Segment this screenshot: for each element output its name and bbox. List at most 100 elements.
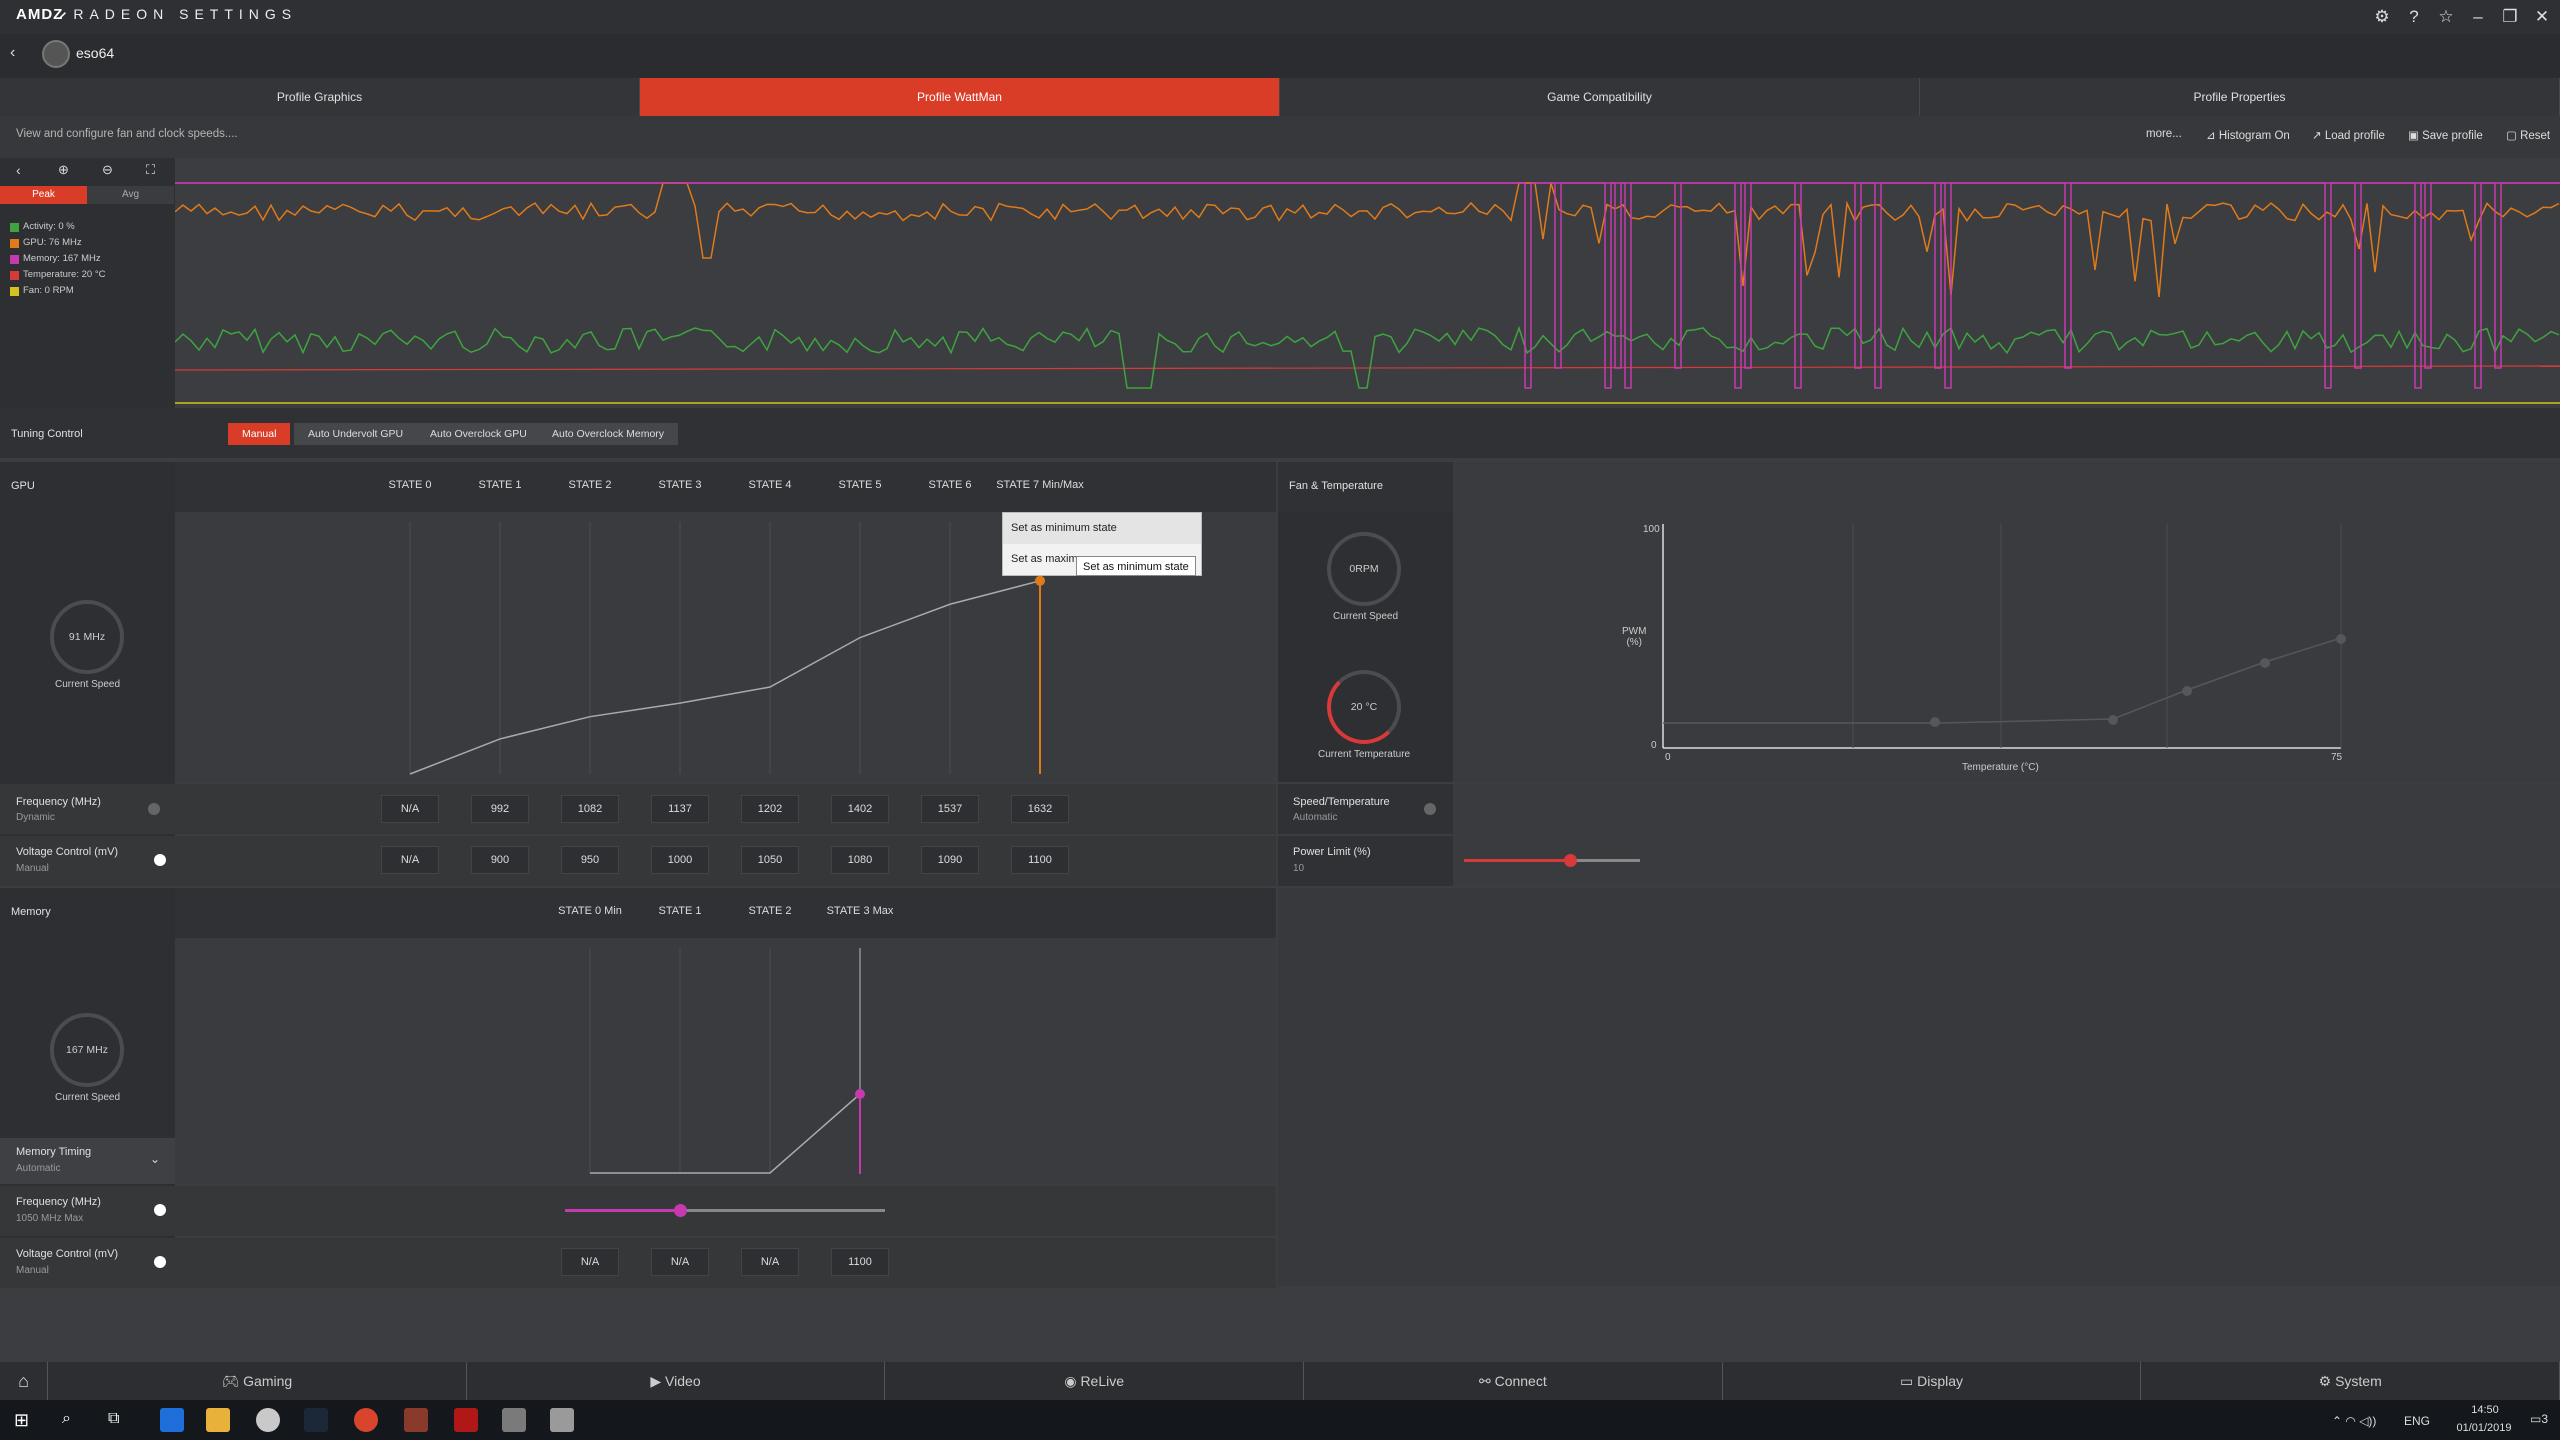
- gpu-frequency-input[interactable]: 1632: [1011, 795, 1069, 823]
- legend-checkbox[interactable]: [10, 254, 19, 264]
- gpu-voltage-input[interactable]: 1090: [921, 846, 979, 874]
- gpu-frequency-input[interactable]: 1202: [741, 795, 799, 823]
- menu-set-minimum-state[interactable]: Set as minimum state: [1003, 513, 1201, 544]
- memory-voltage-input[interactable]: N/A: [561, 1248, 619, 1276]
- gpu-state-header[interactable]: STATE 3: [640, 479, 720, 491]
- back-icon[interactable]: ‹: [10, 44, 15, 62]
- chrome-icon-2[interactable]: [354, 1408, 378, 1432]
- legend-checkbox[interactable]: [10, 270, 19, 280]
- speed-temperature-toggle[interactable]: [1424, 803, 1436, 815]
- auto-overclock-memory-button[interactable]: Auto Overclock Memory: [538, 423, 679, 445]
- gpu-state-header[interactable]: STATE 5: [820, 479, 900, 491]
- memory-voltage-input[interactable]: N/A: [741, 1248, 799, 1276]
- gpu-voltage-input[interactable]: 1000: [651, 846, 709, 874]
- nav-system[interactable]: ⚙ System: [2141, 1362, 2560, 1400]
- nav-gaming[interactable]: 🎮︎ Gaming: [48, 1362, 467, 1400]
- help-icon[interactable]: ?: [2402, 5, 2426, 29]
- gpu-frequency-toggle[interactable]: [148, 803, 160, 815]
- notification-center-icon[interactable]: ▭3: [2530, 1412, 2548, 1426]
- favorite-star-icon[interactable]: ☆: [2434, 5, 2458, 29]
- home-icon[interactable]: ⌂: [0, 1362, 48, 1400]
- chevron-down-icon[interactable]: ⌄: [150, 1152, 160, 1166]
- nav-display[interactable]: ▭ Display: [1723, 1362, 2142, 1400]
- memory-frequency-toggle[interactable]: [154, 1204, 166, 1216]
- app-icon-3[interactable]: [550, 1408, 574, 1432]
- memory-state-3-point[interactable]: [855, 1089, 865, 1099]
- maximize-icon[interactable]: ❐: [2498, 5, 2522, 29]
- legend-checkbox[interactable]: [10, 286, 19, 296]
- fan-curve-point[interactable]: [1930, 717, 1940, 727]
- search-icon[interactable]: ⌕: [62, 1410, 71, 1428]
- notification-icon[interactable]: ⚙: [2370, 5, 2394, 29]
- radeon-icon[interactable]: [454, 1408, 478, 1432]
- app-icon[interactable]: [404, 1408, 428, 1432]
- histogram-button[interactable]: ⊿ Histogram On: [2206, 128, 2290, 142]
- legend-checkbox[interactable]: [10, 238, 19, 248]
- gpu-frequency-input[interactable]: N/A: [381, 795, 439, 823]
- chrome-icon[interactable]: [256, 1408, 280, 1432]
- fan-curve-point[interactable]: [2260, 658, 2270, 668]
- memory-voltage-toggle[interactable]: [154, 1256, 166, 1268]
- steam-icon[interactable]: [304, 1408, 328, 1432]
- auto-undervolt-gpu-button[interactable]: Auto Undervolt GPU: [294, 423, 418, 445]
- fan-curve-point[interactable]: [2336, 634, 2346, 644]
- legend-item[interactable]: Temperature: 20 °C: [10, 267, 105, 283]
- tab-game-compatibility[interactable]: Game Compatibility: [1280, 78, 1920, 116]
- gpu-frequency-input[interactable]: 1082: [561, 795, 619, 823]
- gpu-voltage-input[interactable]: N/A: [381, 846, 439, 874]
- gpu-voltage-input[interactable]: 1080: [831, 846, 889, 874]
- memory-state-header[interactable]: STATE 0 Min: [550, 905, 630, 917]
- tab-profile-graphics[interactable]: Profile Graphics: [0, 78, 640, 116]
- app-icon-2[interactable]: [502, 1408, 526, 1432]
- memory-timing-row[interactable]: [0, 1138, 175, 1184]
- zoom-out-icon[interactable]: ⊖: [102, 162, 113, 178]
- legend-checkbox[interactable]: [10, 222, 19, 232]
- nav-connect[interactable]: ⚯ Connect: [1304, 1362, 1723, 1400]
- language-indicator[interactable]: ENG: [2404, 1414, 2430, 1428]
- gpu-frequency-input[interactable]: 1402: [831, 795, 889, 823]
- legend-item[interactable]: Activity: 0 %: [10, 219, 105, 235]
- gpu-state-header[interactable]: STATE 7 Min/Max: [990, 479, 1090, 491]
- manual-button[interactable]: Manual: [228, 423, 291, 445]
- gpu-voltage-toggle[interactable]: [154, 854, 166, 866]
- gpu-state-7-point[interactable]: [1035, 575, 1045, 586]
- fit-screen-icon[interactable]: ⛶: [146, 162, 155, 178]
- file-explorer-icon[interactable]: [206, 1408, 230, 1432]
- memory-frequency-slider[interactable]: [565, 1204, 885, 1217]
- gpu-state-header[interactable]: STATE 1: [460, 479, 540, 491]
- reset-button[interactable]: ▢ Reset: [2506, 128, 2550, 142]
- fan-curve-point[interactable]: [2108, 715, 2118, 725]
- gpu-state-header[interactable]: STATE 4: [730, 479, 810, 491]
- memory-state-header[interactable]: STATE 1: [640, 905, 720, 917]
- legend-item[interactable]: Fan: 0 RPM: [10, 283, 105, 299]
- avg-tab[interactable]: Avg: [87, 186, 174, 204]
- clock-date[interactable]: 01/01/2019: [2444, 1422, 2524, 1434]
- save-profile-button[interactable]: ▣ Save profile: [2408, 128, 2483, 142]
- gpu-state-header[interactable]: STATE 0: [370, 479, 450, 491]
- memory-state-header[interactable]: STATE 2: [730, 905, 810, 917]
- tab-profile-properties[interactable]: Profile Properties: [1920, 78, 2560, 116]
- auto-overclock-gpu-button[interactable]: Auto Overclock GPU: [416, 423, 541, 445]
- gpu-state-header[interactable]: STATE 2: [550, 479, 630, 491]
- gpu-frequency-input[interactable]: 992: [471, 795, 529, 823]
- fan-curve-point[interactable]: [2182, 686, 2192, 696]
- gpu-state-header[interactable]: STATE 6: [910, 479, 990, 491]
- gpu-voltage-input[interactable]: 1100: [1011, 846, 1069, 874]
- gpu-voltage-input[interactable]: 900: [471, 846, 529, 874]
- peak-tab[interactable]: Peak: [0, 186, 87, 204]
- clock-time[interactable]: 14:50: [2460, 1404, 2510, 1416]
- power-limit-slider[interactable]: [1464, 854, 1640, 867]
- gpu-frequency-input[interactable]: 1137: [651, 795, 709, 823]
- nav-relive[interactable]: ◉ ReLive: [885, 1362, 1305, 1400]
- task-view-icon[interactable]: ⧉: [108, 1410, 119, 1428]
- tab-profile-wattman[interactable]: Profile WattMan: [640, 78, 1280, 116]
- windows-start-icon[interactable]: ⊞: [14, 1410, 29, 1431]
- gpu-voltage-input[interactable]: 1050: [741, 846, 799, 874]
- close-icon[interactable]: ✕: [2530, 5, 2554, 29]
- tray-icons[interactable]: ⌃ ◠ ◁)): [2332, 1414, 2376, 1428]
- minimize-icon[interactable]: –: [2466, 5, 2490, 29]
- chart-back-icon[interactable]: ‹: [16, 162, 21, 178]
- gpu-voltage-input[interactable]: 950: [561, 846, 619, 874]
- legend-item[interactable]: Memory: 167 MHz: [10, 251, 105, 267]
- power-limit-knob[interactable]: [1563, 854, 1577, 867]
